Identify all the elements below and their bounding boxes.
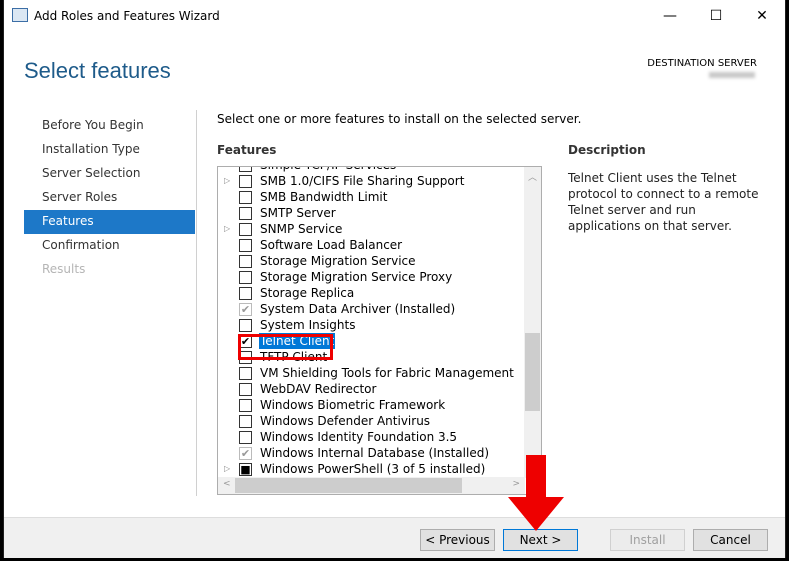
feature-item[interactable]: Storage Migration Service — [218, 253, 525, 269]
feature-item[interactable]: WebDAV Redirector — [218, 381, 525, 397]
feature-checkbox[interactable] — [239, 223, 252, 236]
feature-label[interactable]: SNMP Service — [260, 221, 342, 237]
feature-label[interactable]: Windows PowerShell (3 of 5 installed) — [260, 461, 485, 477]
feature-item[interactable]: System Insights — [218, 317, 525, 333]
previous-button[interactable]: < Previous — [420, 529, 495, 551]
feature-checkbox[interactable] — [239, 319, 252, 332]
scroll-up-icon[interactable]: ︿ — [528, 170, 537, 183]
feature-checkbox[interactable] — [239, 431, 252, 444]
nav-item[interactable]: Features — [24, 210, 195, 234]
description-text: Telnet Client uses the Telnet protocol t… — [568, 171, 759, 233]
description-heading: Description — [568, 143, 646, 157]
expand-icon[interactable]: ▷ — [224, 461, 230, 477]
feature-item[interactable]: ✔ Windows Internal Database (Installed) — [218, 445, 525, 461]
expand-icon[interactable]: ▷ — [224, 173, 230, 189]
nav-item[interactable]: Server Roles — [24, 186, 195, 210]
install-button: Install — [610, 529, 685, 551]
feature-label[interactable]: Windows Identity Foundation 3.5 — [260, 429, 457, 445]
features-tree[interactable]: Simple TCP/IP Services ▷ SMB 1.0/CIFS File… — [217, 166, 542, 495]
h-scrollbar-thumb[interactable] — [235, 478, 462, 493]
feature-item[interactable]: Windows Identity Foundation 3.5 — [218, 429, 525, 445]
wizard-window: Add Roles and Features Wizard — ☐ ✕ Sele… — [3, 0, 786, 558]
feature-checkbox[interactable] — [239, 399, 252, 412]
feature-label[interactable]: Simple TCP/IP Services — [260, 167, 396, 173]
feature-item[interactable]: SMB Bandwidth Limit — [218, 189, 525, 205]
server-manager-icon — [12, 8, 28, 22]
highlight-annotation — [238, 334, 333, 360]
title-bar: Add Roles and Features Wizard — ☐ ✕ — [4, 0, 785, 32]
feature-checkbox[interactable] — [239, 415, 252, 428]
feature-checkbox[interactable] — [239, 175, 252, 188]
feature-label[interactable]: VM Shielding Tools for Fabric Management — [260, 365, 514, 381]
feature-checkbox[interactable] — [239, 383, 252, 396]
window-title: Add Roles and Features Wizard — [34, 9, 220, 23]
feature-checkbox[interactable] — [239, 255, 252, 268]
feature-label[interactable]: System Data Archiver (Installed) — [260, 301, 455, 317]
destination-server-label: DESTINATION SERVER — [647, 58, 757, 69]
feature-label[interactable]: Storage Migration Service — [260, 253, 416, 269]
feature-label[interactable]: WebDAV Redirector — [260, 381, 376, 397]
nav-item[interactable]: Installation Type — [24, 138, 195, 162]
feature-checkbox[interactable] — [239, 191, 252, 204]
feature-item[interactable]: VM Shielding Tools for Fabric Management — [218, 365, 525, 381]
page-title: Select features — [24, 58, 171, 83]
vertical-scrollbar[interactable]: ︿ — [524, 167, 541, 478]
feature-item[interactable]: Storage Replica — [218, 285, 525, 301]
feature-item[interactable]: ✔ System Data Archiver (Installed) — [218, 301, 525, 317]
horizontal-scrollbar[interactable]: < > — [218, 477, 525, 494]
nav-item: Results — [42, 262, 86, 276]
feature-item[interactable]: Windows Defender Antivirus — [218, 413, 525, 429]
wizard-nav: Before You Begin Installation Type Server … — [24, 114, 195, 282]
feature-label[interactable]: Windows Defender Antivirus — [260, 413, 430, 429]
feature-label[interactable]: SMTP Server — [260, 205, 336, 221]
feature-checkbox: ✔ — [239, 447, 252, 460]
nav-item[interactable]: Server Selection — [24, 162, 195, 186]
feature-item[interactable]: Storage Migration Service Proxy — [218, 269, 525, 285]
next-button[interactable]: Next > — [503, 529, 578, 551]
feature-checkbox[interactable] — [239, 239, 252, 252]
feature-item[interactable]: ▷ ■ Windows PowerShell (3 of 5 installed) — [218, 461, 525, 477]
maximize-button[interactable]: ☐ — [693, 4, 739, 28]
feature-checkbox: ✔ — [239, 303, 252, 316]
feature-label[interactable]: System Insights — [260, 317, 355, 333]
feature-item[interactable]: ▷ SNMP Service — [218, 221, 525, 237]
features-heading: Features — [217, 143, 277, 157]
minimize-button[interactable]: — — [647, 4, 693, 28]
feature-item[interactable]: ▷ SMB 1.0/CIFS File Sharing Support — [218, 173, 525, 189]
feature-item[interactable]: Simple TCP/IP Services — [218, 167, 525, 173]
expand-icon[interactable]: ▷ — [224, 221, 230, 237]
feature-label[interactable]: SMB 1.0/CIFS File Sharing Support — [260, 173, 464, 189]
feature-checkbox[interactable] — [239, 271, 252, 284]
red-arrow-annotation — [508, 455, 564, 531]
feature-checkbox[interactable]: ■ — [239, 463, 252, 476]
feature-label[interactable]: Storage Migration Service Proxy — [260, 269, 452, 285]
feature-label[interactable]: Windows Internal Database (Installed) — [260, 445, 489, 461]
footer: < Previous Next > Install Cancel — [4, 517, 785, 558]
feature-checkbox[interactable] — [239, 207, 252, 220]
cancel-button[interactable]: Cancel — [693, 529, 768, 551]
destination-server-name-redacted — [709, 72, 755, 78]
feature-checkbox[interactable] — [239, 167, 252, 172]
feature-item[interactable]: SMTP Server — [218, 205, 525, 221]
feature-checkbox[interactable] — [239, 287, 252, 300]
intro-text: Select one or more features to install o… — [217, 112, 582, 126]
scrollbar-thumb[interactable] — [525, 333, 540, 411]
feature-checkbox[interactable] — [239, 367, 252, 380]
feature-item[interactable]: Software Load Balancer — [218, 237, 525, 253]
close-button[interactable]: ✕ — [739, 4, 785, 28]
divider — [196, 110, 197, 496]
feature-label[interactable]: Windows Biometric Framework — [260, 397, 445, 413]
feature-label[interactable]: SMB Bandwidth Limit — [260, 189, 387, 205]
nav-item[interactable]: Confirmation — [24, 234, 195, 258]
feature-item[interactable]: Windows Biometric Framework — [218, 397, 525, 413]
nav-item[interactable]: Before You Begin — [24, 114, 195, 138]
feature-label[interactable]: Software Load Balancer — [260, 237, 402, 253]
scroll-left-icon[interactable]: < — [223, 479, 231, 489]
feature-label[interactable]: Storage Replica — [260, 285, 354, 301]
